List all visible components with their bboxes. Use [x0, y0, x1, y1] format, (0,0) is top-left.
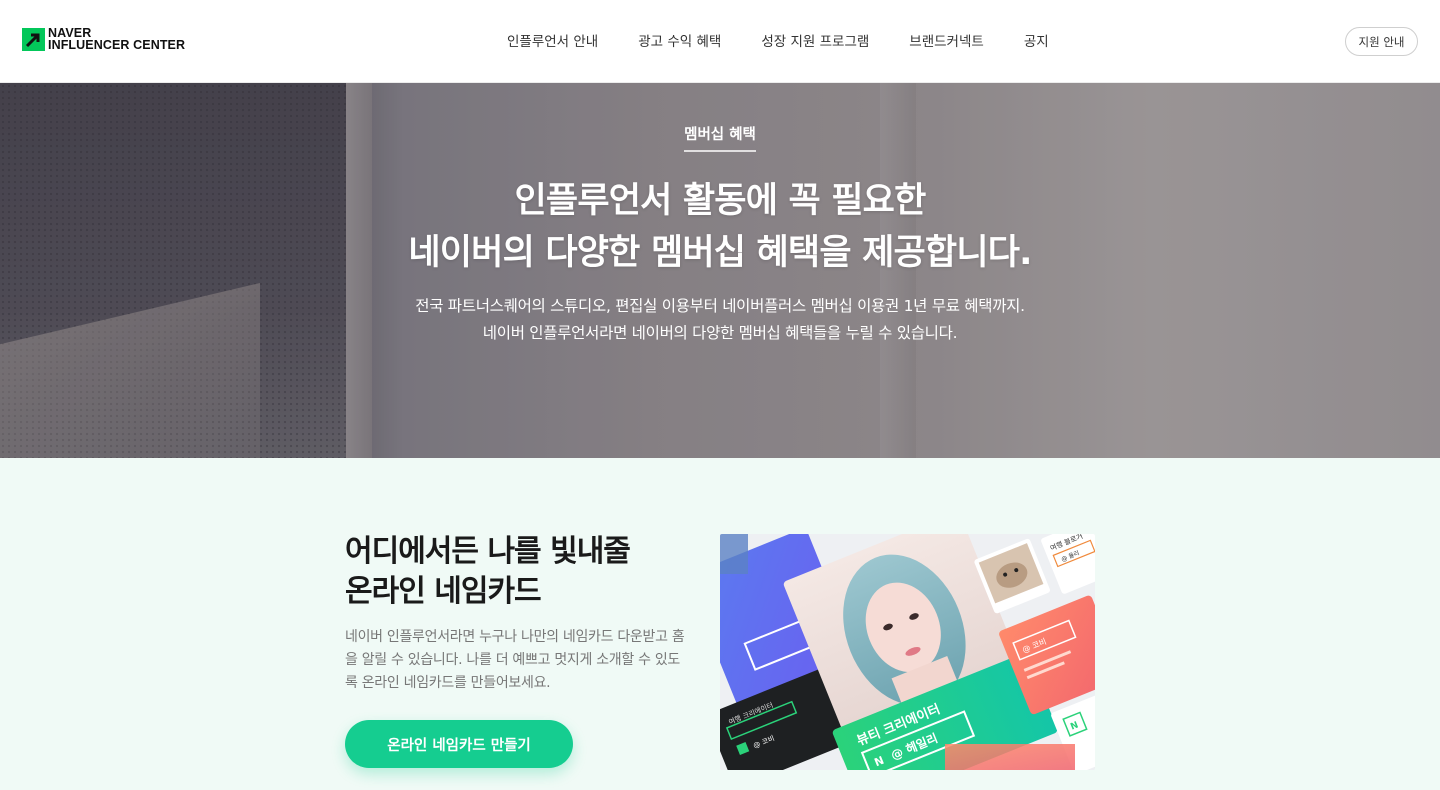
site-header: NAVER INFLUENCER CENTER 인플루언서 안내 광고 수익 혜… [0, 0, 1440, 83]
hero-desc-line-1: 전국 파트너스퀘어의 스튜디오, 편집실 이용부터 네이버플러스 멤버십 이용권… [415, 297, 1025, 315]
create-namecard-button[interactable]: 온라인 네임카드 만들기 [345, 720, 573, 768]
hero-tag: 멤버십 혜택 [0, 123, 1440, 152]
nav-item-ad-revenue[interactable]: 광고 수익 혜택 [638, 30, 721, 50]
naver-influencer-center-logo[interactable]: NAVER INFLUENCER CENTER [22, 27, 185, 51]
nav-item-notice[interactable]: 공지 [1024, 30, 1049, 50]
namecard-title-line-2: 온라인 네임카드 [345, 574, 542, 609]
namecard-title-line-1: 어디에서든 나를 빛내줄 [345, 534, 631, 569]
main-nav: 인플루언서 안내 광고 수익 혜택 성장 지원 프로그램 브랜드커넥트 공지 [487, 30, 1069, 50]
logo-line-2: INFLUENCER CENTER [48, 38, 186, 52]
nav-item-brand-connect[interactable]: 브랜드커넥트 [909, 30, 984, 50]
namecard-section: 어디에서든 나를 빛내줄 온라인 네임카드 네이버 인플루언서라면 누구나 나만… [0, 458, 1440, 790]
namecard-showcase-image: 여행 크리에이터 @ 코비 뷰티 크리에이터 N @ 헤일리 @ 코비 여행 블… [720, 534, 1095, 770]
hero-description: 전국 파트너스퀘어의 스튜디오, 편집실 이용부터 네이버플러스 멤버십 이용권… [0, 293, 1440, 347]
membership-hero: 멤버십 혜택 인플루언서 활동에 꼭 필요한 네이버의 다양한 멤버십 혜택을 … [0, 83, 1440, 458]
hero-title-line-2: 네이버의 다양한 멤버십 혜택을 제공합니다. [408, 233, 1032, 273]
hero-desc-line-2: 네이버 인플루언서라면 네이버의 다양한 멤버십 혜택들을 누릴 수 있습니다. [482, 324, 958, 342]
nav-item-growth-program[interactable]: 성장 지원 프로그램 [761, 30, 869, 50]
namecard-collage: 여행 크리에이터 @ 코비 뷰티 크리에이터 N @ 헤일리 @ 코비 여행 블… [720, 534, 1095, 770]
namecard-title: 어디에서든 나를 빛내줄 온라인 네임카드 [345, 532, 631, 612]
namecard-description: 네이버 인플루언서라면 누구나 나만의 네임카드 다운받고 홈을 알릴 수 있습… [345, 629, 685, 691]
naver-arrow-icon [22, 27, 45, 51]
hero-tag-label: 멤버십 혜택 [684, 123, 756, 152]
nav-item-influencer-guide[interactable]: 인플루언서 안내 [507, 30, 598, 50]
hero-title-line-1: 인플루언서 활동에 꼭 필요한 [514, 181, 927, 221]
logo-text: NAVER INFLUENCER CENTER [48, 27, 186, 52]
hero-title: 인플루언서 활동에 꼭 필요한 네이버의 다양한 멤버십 혜택을 제공합니다. [0, 175, 1440, 279]
apply-guide-button[interactable]: 지원 안내 [1345, 27, 1418, 56]
